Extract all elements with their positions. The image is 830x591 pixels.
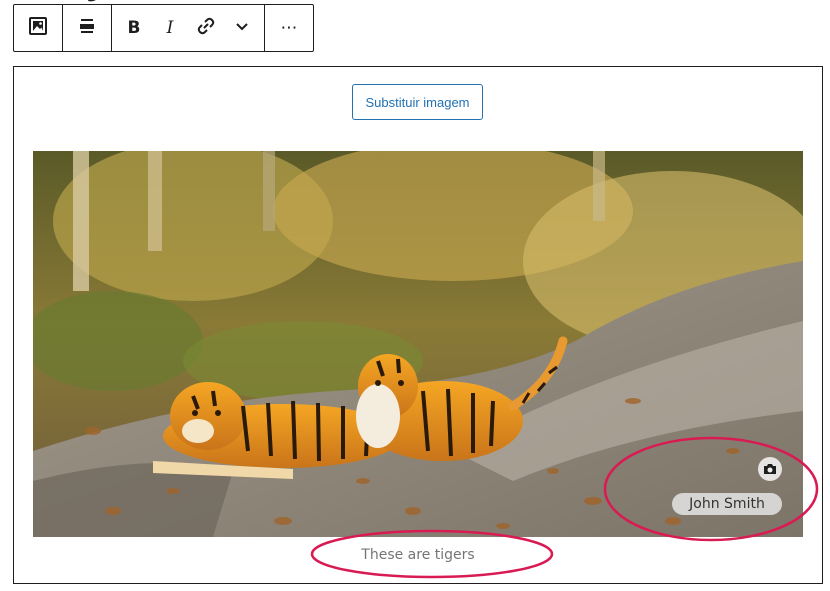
image-block[interactable]: Substituir imagem John Smith These are t… bbox=[13, 66, 823, 584]
italic-icon: I bbox=[166, 18, 174, 38]
camera-icon bbox=[763, 462, 777, 476]
more-options-icon: ⋯ bbox=[280, 18, 298, 38]
credit-camera-button[interactable] bbox=[758, 457, 782, 481]
replace-image-button[interactable]: Substituir imagem bbox=[352, 84, 483, 120]
toolbar-group-block-type bbox=[14, 5, 63, 51]
tiger-photo[interactable]: John Smith bbox=[33, 151, 803, 537]
image-block-button[interactable] bbox=[14, 5, 62, 51]
image-icon bbox=[28, 16, 48, 41]
italic-button[interactable]: I bbox=[152, 5, 188, 51]
block-toolbar: B I ⋯ bbox=[13, 4, 314, 52]
align-center-icon bbox=[78, 17, 96, 40]
image-caption[interactable]: These are tigers bbox=[14, 547, 822, 563]
options-button[interactable]: ⋯ bbox=[265, 5, 313, 51]
post-title-fragment bbox=[86, 0, 116, 2]
toolbar-group-align bbox=[63, 5, 112, 51]
bold-button[interactable]: B bbox=[116, 5, 152, 51]
toolbar-group-options: ⋯ bbox=[265, 5, 313, 51]
more-formatting-button[interactable] bbox=[224, 5, 260, 51]
align-button[interactable] bbox=[63, 5, 111, 51]
toolbar-group-format: B I bbox=[112, 5, 265, 51]
photo-credit[interactable]: John Smith bbox=[672, 493, 782, 515]
link-button[interactable] bbox=[188, 5, 224, 51]
link-icon bbox=[196, 16, 216, 41]
bold-icon: B bbox=[127, 18, 141, 38]
chevron-down-icon bbox=[234, 18, 250, 39]
